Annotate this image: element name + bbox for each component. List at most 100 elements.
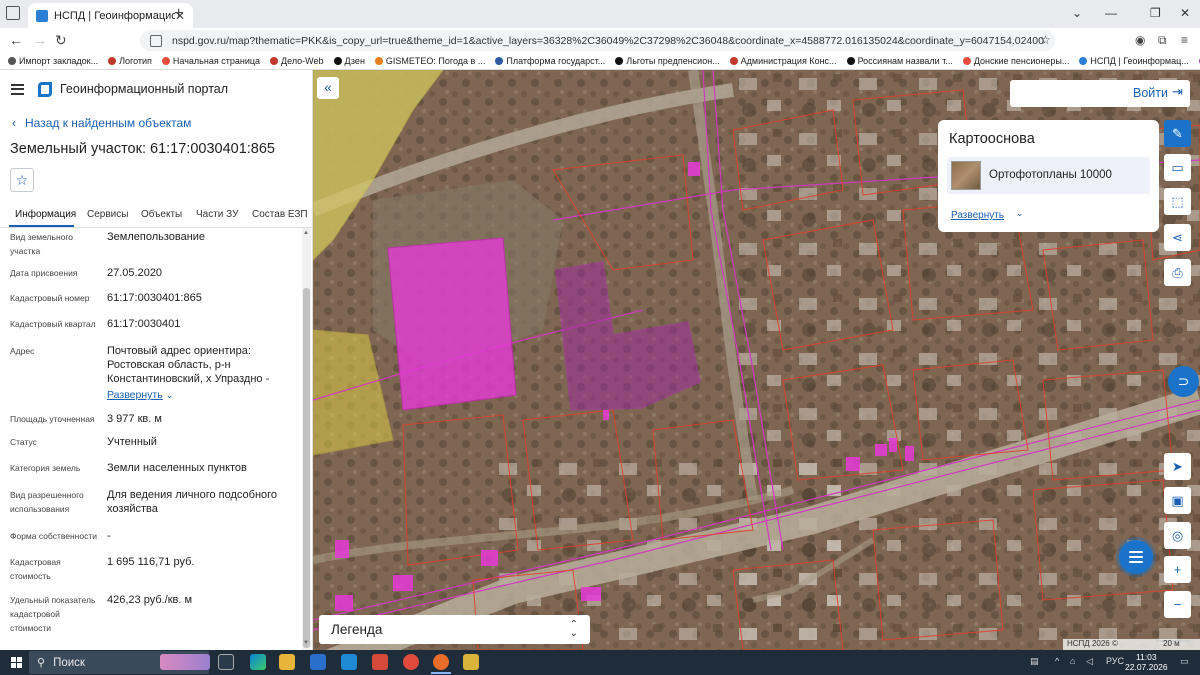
attr-value: - <box>107 530 111 542</box>
info-panel-scrollbar[interactable]: ▲ ▼ <box>302 228 311 650</box>
bookmark-favicon-icon <box>8 57 16 65</box>
tab-services[interactable]: Сервисы <box>87 209 128 220</box>
map-view[interactable]: « Войти ⇥ Картооснова Ортофотопланы 1000… <box>313 70 1200 650</box>
tab-list-chevron-icon[interactable]: ⌄ <box>1072 6 1082 20</box>
file-explorer-icon[interactable] <box>279 654 295 670</box>
attr-label: Удельный показатель кадастровой стоимост… <box>10 595 96 633</box>
close-window-icon[interactable]: ✕ <box>1180 6 1190 20</box>
legend-dropdown[interactable]: Легенда ⌃ ⌄ <box>319 615 590 644</box>
bookmark-item[interactable]: НСПД | Геоинформац... <box>1079 56 1189 66</box>
bookmark-item[interactable]: Донские пенсионеры... <box>962 56 1069 66</box>
store-icon[interactable] <box>372 654 388 670</box>
profile-icon[interactable]: ◉ <box>1135 33 1145 47</box>
tab-objects[interactable]: Объекты <box>141 209 182 220</box>
attribute-list: Вид земельного участка Землепользование … <box>0 228 300 650</box>
url-bar[interactable]: nspd.gov.ru/map?thematic=PKK&is_copy_url… <box>140 30 1055 51</box>
search-highlight-image[interactable] <box>160 654 210 670</box>
tab-ezp-composition[interactable]: Состав ЕЗП <box>252 209 308 220</box>
chat-button[interactable] <box>1119 540 1153 574</box>
nspd-favicon-icon <box>36 9 48 22</box>
volume-icon[interactable]: ◁ <box>1086 656 1093 667</box>
tray-chevron-icon[interactable]: ^ <box>1055 656 1059 666</box>
edge-icon[interactable] <box>250 654 266 670</box>
url-text: nspd.gov.ru/map?thematic=PKK&is_copy_url… <box>172 34 1045 47</box>
ruler-icon[interactable]: ▭ <box>1164 154 1191 181</box>
windows-start-icon[interactable] <box>11 657 22 668</box>
bookmark-item[interactable]: Начальная страница <box>161 56 260 66</box>
basemap-option[interactable]: Ортофотопланы 10000 <box>947 157 1150 194</box>
chevron-left-icon: ‹ <box>12 116 16 130</box>
task-view-icon[interactable] <box>218 654 234 670</box>
select-area-icon[interactable]: ⬚ <box>1164 188 1191 215</box>
locate-icon[interactable]: ➤ <box>1164 453 1191 480</box>
internet-explorer-icon[interactable] <box>341 654 357 670</box>
bookmark-favicon-icon <box>270 57 279 65</box>
windows-taskbar: ⚲ Поиск ▤ ^ ⌂ ◁ РУС 11:03 22.07.2026 ▭ <box>0 650 1200 675</box>
notifications-icon[interactable]: ▭ <box>1180 656 1189 667</box>
new-tab-icon[interactable]: + <box>174 5 183 23</box>
site-info-icon[interactable] <box>150 34 162 47</box>
eraser-icon[interactable]: ✎ <box>1164 120 1191 147</box>
basemap-expand-link[interactable]: Развернуть <box>951 210 1004 221</box>
bookmark-star-icon[interactable]: ☆ <box>1040 33 1051 47</box>
share-icon[interactable]: ⋖ <box>1164 224 1191 251</box>
maximize-window-icon[interactable]: ❐ <box>1150 6 1161 20</box>
tab-information[interactable]: Информация <box>15 209 76 220</box>
favorite-star-button[interactable]: ☆ <box>10 168 34 192</box>
bookmark-favicon-icon <box>1079 57 1088 65</box>
attr-label: Площадь уточненная <box>10 414 95 424</box>
layers-icon[interactable]: ▣ <box>1164 487 1191 514</box>
mail-icon[interactable] <box>310 654 326 670</box>
bookmark-favicon-icon <box>495 57 504 65</box>
scroll-up-icon[interactable]: ▲ <box>303 230 309 236</box>
zoom-out-icon[interactable]: − <box>1164 591 1191 618</box>
orthophoto-thumbnail <box>951 161 981 190</box>
collapse-panel-button[interactable]: « <box>317 77 339 99</box>
login-button[interactable]: Войти ⇥ <box>1010 80 1190 107</box>
clock-date: 22.07.2026 <box>1125 662 1168 672</box>
scrollbar-thumb[interactable] <box>303 288 310 648</box>
keyboard-icon[interactable]: ▤ <box>1030 656 1039 667</box>
taskbar-clock[interactable]: 11:03 22.07.2026 <box>1125 652 1168 672</box>
language-indicator[interactable]: РУС <box>1106 656 1124 666</box>
browser-tab-nspd[interactable]: НСПД | Геоинформационный ✕ <box>28 3 193 28</box>
bookmark-item[interactable]: Льготы предпенсион... <box>615 56 720 66</box>
pin-icon[interactable]: ◎ <box>1164 522 1191 549</box>
firefox-icon[interactable] <box>431 654 451 674</box>
back-to-results-link[interactable]: ‹ Назад к найденным объектам <box>12 116 191 130</box>
forward-arrow-icon[interactable]: → <box>33 32 47 48</box>
gosuslugi-assistant-icon[interactable]: ⊃ <box>1168 366 1199 397</box>
address-expand-link[interactable]: Развернуть ⌄ <box>107 388 292 402</box>
bookmark-item[interactable]: Логотип <box>108 56 152 66</box>
yandex-browser-icon[interactable] <box>403 654 419 670</box>
bookmark-label: Дзен <box>344 56 365 66</box>
extensions-icon[interactable]: ⧉ <box>1158 33 1167 48</box>
zoom-in-icon[interactable]: + <box>1164 556 1191 583</box>
bookmark-item[interactable]: Платформа государст... <box>495 56 605 66</box>
media-player-icon[interactable] <box>463 654 479 670</box>
tab-actions-icon[interactable] <box>6 6 20 20</box>
tab-parcel-parts[interactable]: Части ЗУ <box>196 209 238 220</box>
browser-menu-icon[interactable]: ≡ <box>1181 33 1188 47</box>
scroll-down-icon[interactable]: ▼ <box>303 640 309 646</box>
back-arrow-icon[interactable]: ← <box>9 32 23 48</box>
network-icon[interactable]: ⌂ <box>1070 656 1075 666</box>
reload-icon[interactable]: ↻ <box>55 32 67 49</box>
bookmark-label: Россиянам назвали т... <box>857 56 953 66</box>
bookmark-favicon-icon <box>108 57 117 65</box>
bookmark-item[interactable]: Импорт закладок... <box>8 56 98 66</box>
minimize-window-icon[interactable]: — <box>1105 6 1117 20</box>
bookmark-label: Администрация Конс... <box>740 56 837 66</box>
attr-label: Кадастровая стоимость <box>10 557 61 581</box>
menu-icon[interactable] <box>11 83 24 95</box>
bookmark-item[interactable]: Россиянам назвали т... <box>846 56 953 66</box>
bookmark-item[interactable]: Дело-Web <box>270 56 324 66</box>
print-icon[interactable]: ⎙ <box>1164 259 1191 286</box>
bookmark-item[interactable]: Дзен <box>333 56 365 66</box>
attr-label: Категория земель <box>10 463 81 473</box>
bookmark-item[interactable]: Администрация Конс... <box>729 56 837 66</box>
info-tabs: Информация Сервисы Объекты Части ЗУ Сост… <box>0 206 313 228</box>
attr-value: 3 977 кв. м <box>107 413 162 425</box>
scale-label: 20 м <box>1163 639 1180 648</box>
bookmark-item[interactable]: GISMETEO: Погода в ... <box>374 56 485 66</box>
